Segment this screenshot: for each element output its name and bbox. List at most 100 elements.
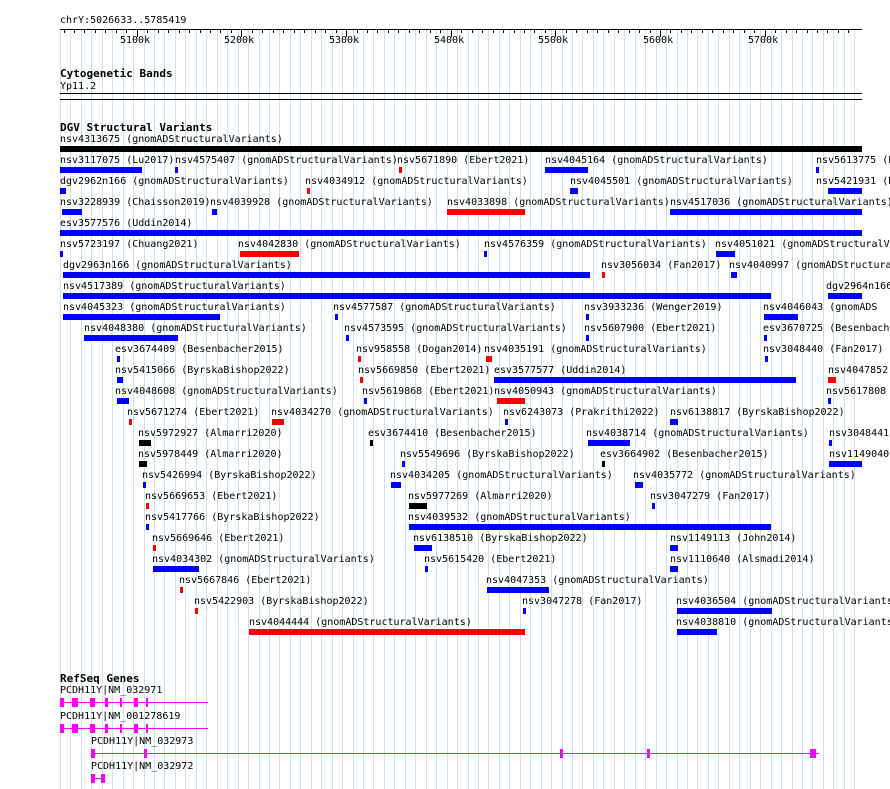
dgv-feature-label[interactable]: nsv5669850 (Ebert2021): [358, 365, 490, 376]
dgv-feature-label[interactable]: nsv4051021 (gnomADStructuralV: [715, 239, 890, 250]
dgv-feature-bar[interactable]: [391, 482, 401, 488]
dgv-feature-label[interactable]: nsv3048441: [829, 428, 889, 439]
dgv-feature-label[interactable]: nsv4042830 (gnomADStructuralVariants): [238, 239, 461, 250]
dgv-feature-bar[interactable]: [670, 545, 678, 551]
dgv-feature-label[interactable]: nsv4050943 (gnomADStructuralVariants): [494, 386, 717, 397]
dgv-feature-label[interactable]: nsv5607900 (Ebert2021): [584, 323, 716, 334]
gene-label[interactable]: PCDH11Y|NM_032971: [60, 685, 162, 696]
dgv-feature-label[interactable]: nsv4517036 (gnomADStructuralVariants): [670, 197, 890, 208]
gene-exon[interactable]: [647, 749, 650, 758]
gene-exon[interactable]: [90, 724, 95, 733]
dgv-feature-label[interactable]: nsv5421931 (B: [816, 176, 890, 187]
dgv-feature-label[interactable]: nsv5426994 (ByrskaBishop2022): [142, 470, 317, 481]
dgv-feature-label[interactable]: dgv2963n166 (gnomADStructuralVariants): [63, 260, 292, 271]
dgv-feature-label[interactable]: esv3577576 (Uddin2014): [60, 218, 192, 229]
dgv-feature-label[interactable]: esv3670725 (Besenbacher: [763, 323, 890, 334]
dgv-feature-bar[interactable]: [652, 503, 655, 509]
dgv-feature-label[interactable]: nsv4573595 (gnomADStructuralVariants): [344, 323, 567, 334]
gene-exon[interactable]: [134, 698, 138, 707]
dgv-feature-bar[interactable]: [139, 461, 147, 467]
gene-exon[interactable]: [101, 774, 105, 783]
gene-exon[interactable]: [91, 749, 95, 758]
dgv-feature-bar[interactable]: [370, 440, 373, 446]
dgv-feature-label[interactable]: nsv4040997 (gnomADStructuralVa: [729, 260, 890, 271]
dgv-feature-bar[interactable]: [425, 566, 428, 572]
dgv-feature-label[interactable]: nsv4576359 (gnomADStructuralVariants): [484, 239, 707, 250]
dgv-feature-bar[interactable]: [586, 335, 589, 341]
gene-exon[interactable]: [90, 698, 95, 707]
track-title-refseq[interactable]: RefSeq Genes: [60, 673, 139, 685]
dgv-feature-label[interactable]: esv3674410 (Besenbacher2015): [368, 428, 537, 439]
dgv-feature-bar[interactable]: [63, 272, 590, 278]
dgv-feature-bar[interactable]: [497, 398, 525, 404]
dgv-feature-label[interactable]: nsv4575407 (gnomADStructuralVariants): [175, 155, 398, 166]
dgv-feature-label[interactable]: nsv5667846 (Ebert2021): [179, 575, 311, 586]
dgv-feature-bar[interactable]: [409, 503, 427, 509]
dgv-feature-label[interactable]: nsv1110640 (Alsmadi2014): [670, 554, 815, 565]
dgv-feature-bar[interactable]: [828, 293, 862, 299]
dgv-feature-label[interactable]: nsv4039928 (gnomADStructuralVariants): [210, 197, 433, 208]
dgv-feature-label[interactable]: nsv3117075 (Lu2017): [60, 155, 174, 166]
dgv-feature-bar[interactable]: [358, 356, 361, 362]
dgv-feature-bar[interactable]: [816, 167, 819, 173]
dgv-feature-bar[interactable]: [486, 356, 492, 362]
dgv-feature-bar[interactable]: [60, 251, 63, 257]
dgv-feature-label[interactable]: nsv3933236 (Wenger2019): [584, 302, 722, 313]
dgv-feature-bar[interactable]: [447, 209, 525, 215]
dgv-feature-bar[interactable]: [670, 419, 678, 425]
dgv-feature-bar[interactable]: [505, 419, 508, 425]
dgv-feature-bar[interactable]: [670, 566, 678, 572]
dgv-feature-bar[interactable]: [829, 461, 862, 467]
dgv-feature-label[interactable]: nsv4048608 (gnomADStructuralVariants): [115, 386, 338, 397]
gene-exon[interactable]: [134, 724, 138, 733]
dgv-feature-label[interactable]: nsv5671274 (Ebert2021): [127, 407, 259, 418]
dgv-feature-bar[interactable]: [153, 545, 156, 551]
dgv-feature-bar[interactable]: [180, 587, 183, 593]
dgv-feature-bar[interactable]: [829, 440, 832, 446]
dgv-feature-bar[interactable]: [635, 482, 643, 488]
gene-label[interactable]: PCDH11Y|NM_032973: [91, 736, 193, 747]
dgv-feature-bar[interactable]: [828, 188, 862, 194]
dgv-feature-bar[interactable]: [716, 251, 735, 257]
dgv-feature-bar[interactable]: [364, 398, 367, 404]
dgv-feature-label[interactable]: nsv4038714 (gnomADStructuralVariants): [586, 428, 809, 439]
dgv-feature-label[interactable]: dgv2964n166: [826, 281, 890, 292]
gene-exon[interactable]: [120, 724, 122, 733]
gene-exon[interactable]: [60, 724, 64, 733]
dgv-feature-label[interactable]: nsv4034302 (gnomADStructuralVariants): [152, 554, 375, 565]
dgv-feature-bar[interactable]: [60, 146, 862, 152]
dgv-feature-bar[interactable]: [677, 629, 717, 635]
dgv-feature-label[interactable]: nsv1149113 (John2014): [670, 533, 796, 544]
dgv-feature-label[interactable]: nsv4036504 (gnomADStructuralVariants: [676, 596, 890, 607]
dgv-feature-label[interactable]: nsv4045323 (gnomADStructuralVariants): [63, 302, 286, 313]
dgv-feature-bar[interactable]: [414, 545, 432, 551]
gene-exon[interactable]: [810, 749, 816, 758]
dgv-feature-bar[interactable]: [153, 566, 199, 572]
dgv-feature-bar[interactable]: [586, 314, 589, 320]
dgv-feature-bar[interactable]: [60, 230, 862, 236]
gene-exon[interactable]: [146, 698, 148, 707]
dgv-feature-label[interactable]: nsv5977269 (Almarri2020): [408, 491, 553, 502]
dgv-feature-label[interactable]: nsv4034270 (gnomADStructuralVariants): [271, 407, 494, 418]
dgv-feature-bar[interactable]: [677, 608, 772, 614]
dgv-feature-bar[interactable]: [487, 587, 549, 593]
dgv-feature-label[interactable]: dgv2962n166 (gnomADStructuralVariants): [60, 176, 289, 187]
dgv-feature-label[interactable]: esv3674409 (Besenbacher2015): [115, 344, 284, 355]
gene-exon[interactable]: [560, 749, 563, 758]
dgv-feature-label[interactable]: nsv6138510 (ByrskaBishop2022): [413, 533, 588, 544]
dgv-feature-label[interactable]: nsv1149040: [829, 449, 889, 460]
dgv-feature-bar[interactable]: [60, 167, 142, 173]
dgv-feature-bar[interactable]: [175, 167, 178, 173]
gene-exon[interactable]: [120, 698, 122, 707]
dgv-feature-label[interactable]: nsv4047353 (gnomADStructuralVariants): [486, 575, 709, 586]
dgv-feature-bar[interactable]: [272, 419, 284, 425]
dgv-feature-bar[interactable]: [146, 524, 149, 530]
dgv-feature-label[interactable]: nsv958558 (Dogan2014): [356, 344, 482, 355]
dgv-feature-bar[interactable]: [346, 335, 349, 341]
dgv-feature-label[interactable]: nsv4045164 (gnomADStructuralVariants): [545, 155, 768, 166]
dgv-feature-bar[interactable]: [494, 377, 796, 383]
dgv-feature-bar[interactable]: [570, 188, 578, 194]
dgv-feature-label[interactable]: nsv4038810 (gnomADStructuralVariants: [676, 617, 890, 628]
dgv-feature-bar[interactable]: [63, 314, 220, 320]
gene-exon[interactable]: [72, 698, 78, 707]
